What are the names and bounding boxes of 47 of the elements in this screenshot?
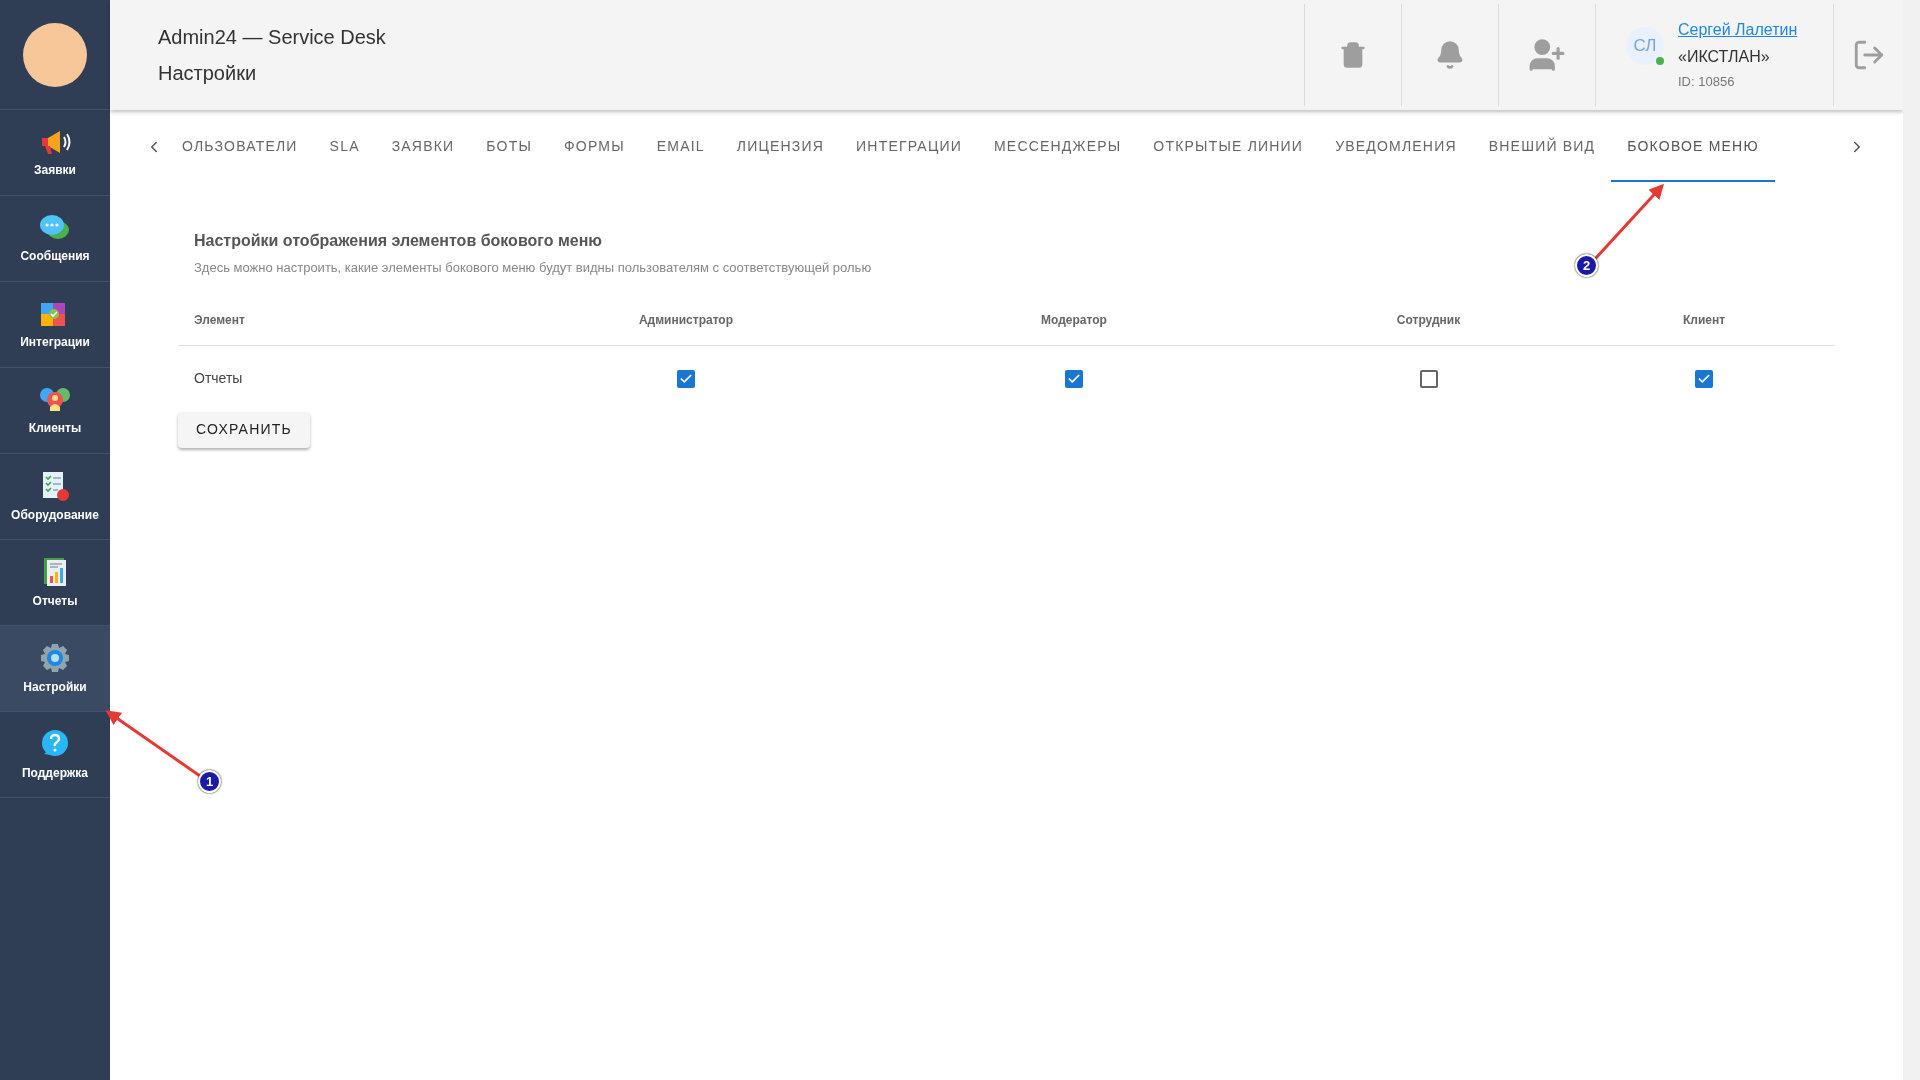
sidebar-item[interactable]: Настройки [0,626,110,712]
settings-tab[interactable]: EMAIL [640,112,721,182]
table-cell-text: Отчеты [193,369,244,388]
settings-tab[interactable]: ОЛЬЗОВАТЕЛИ [166,112,314,182]
settings-tab[interactable]: SLA [313,112,376,182]
column-header: Администратор [637,312,735,329]
settings-tab[interactable]: ИНТЕГРАЦИИ [840,112,978,182]
column-header: Сотрудник [1395,312,1462,329]
bell-icon [1435,40,1465,70]
sidebar-item[interactable]: Клиенты [0,368,110,454]
settings-tab[interactable]: БОКОВОЕ МЕНЮ [1611,112,1775,182]
checkbox[interactable] [1695,369,1713,388]
checkbox[interactable] [1065,369,1083,388]
save-button[interactable]: СОХРАНИТЬ [178,411,310,448]
column-header: Модератор [1040,312,1108,329]
add-user-icon [1528,36,1566,74]
checkbox[interactable] [677,369,695,388]
scrollbar[interactable] [1903,0,1920,1080]
settings-tab[interactable]: ЛИЦЕНЗИЯ [720,112,841,182]
user-name-link[interactable]: Сергей Лалетин [1678,18,1798,43]
section-description: Здесь можно настроить, какие элементы бокового меню будут видны пользователям с соответствующей ролью [194,259,872,277]
user-avatar: СЛ [1626,27,1664,65]
gear-icon [38,641,72,674]
company-name: «ИКСТЛАН» [1678,47,1771,68]
settings-tab[interactable]: ЗАЯВКИ [375,112,471,182]
annotation-marker: 2 [1575,254,1598,277]
column-header: Клиент [1681,312,1727,329]
page-title: Настройки [158,61,258,86]
sidebar-item[interactable]: Поддержка [0,712,110,798]
settings-tab[interactable]: МЕССЕНДЖЕРЫ [978,112,1138,182]
settings-tab[interactable]: ВНЕШИЙ ВИД [1472,112,1612,182]
settings-tab[interactable]: ФОРМЫ [548,112,641,182]
sidebar-item[interactable]: Заявки [0,110,110,196]
checkbox[interactable] [1419,369,1438,388]
settings-tab[interactable]: БОТЫ [470,112,548,182]
user-id: ID: 10856 [1678,73,1736,92]
settings-tab[interactable]: УВЕДОМЛЕНИЯ [1319,112,1473,182]
settings-tab[interactable]: ОТКРЫТЫЕ ЛИНИИ [1137,112,1320,182]
section-title: Настройки отображения элементов бокового меню [194,231,603,251]
sidebar-item[interactable]: Оборудование [0,454,110,540]
app-title: Admin24 — Service Desk [158,25,387,50]
avatar-icon [22,21,88,88]
sidebar-item[interactable]: Сообщения [0,196,110,282]
sidebar-item[interactable]: Интеграции [0,282,110,368]
trash-icon [1339,41,1367,69]
column-header: Элемент [193,312,246,329]
annotation-marker: 1 [198,770,221,793]
